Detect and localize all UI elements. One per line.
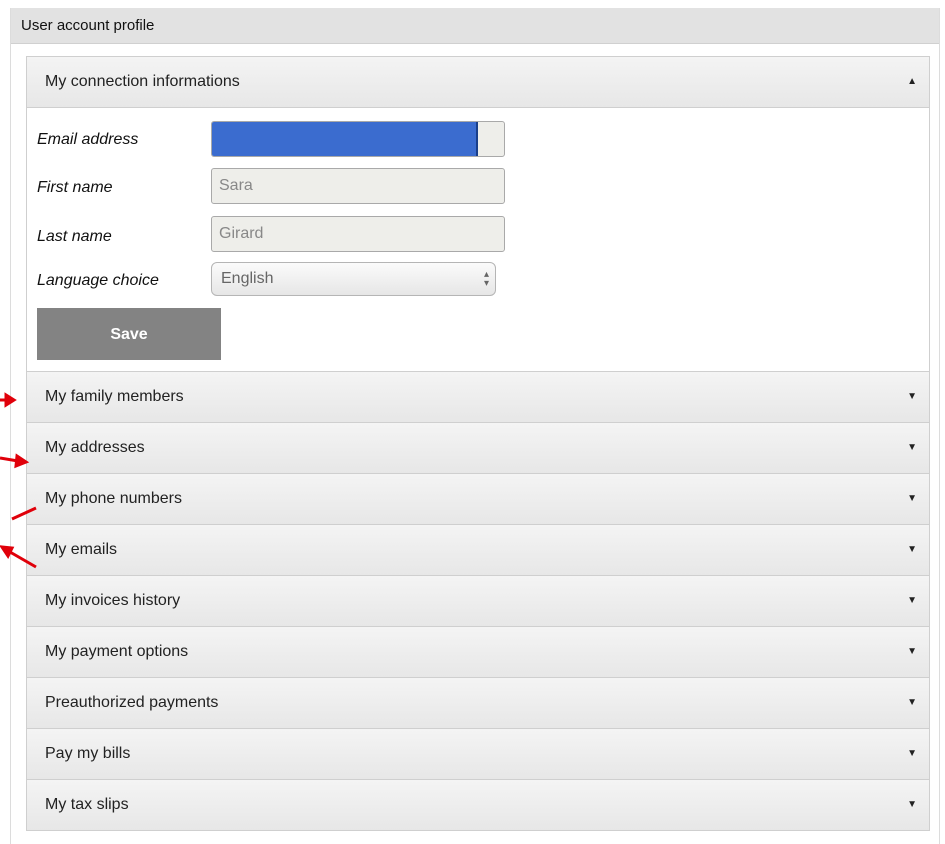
section-label: My phone numbers <box>45 490 182 507</box>
section-header-my-addresses[interactable]: My addresses ▼ <box>27 423 929 474</box>
caret-down-icon: ▼ <box>907 391 917 402</box>
arrowhead-icon <box>0 545 15 559</box>
arrow-line <box>11 506 37 521</box>
select-arrows-icon: ▴ ▾ <box>483 269 489 289</box>
section-label: My connection informations <box>45 73 240 90</box>
last-name-field[interactable]: Girard <box>211 216 505 252</box>
section-label: My tax slips <box>45 796 129 813</box>
section-label: My family members <box>45 388 184 405</box>
section-header-my-emails[interactable]: My emails ▼ <box>27 525 929 576</box>
collapsed-sections: My family members ▼ My addresses ▼ My phone … <box>27 372 929 831</box>
caret-down-icon: ▼ <box>907 799 917 810</box>
caret-down-icon: ▼ <box>907 697 917 708</box>
annotation-arrows <box>0 392 37 569</box>
caret-up-icon: ▲ <box>907 76 917 87</box>
section-header-my-payment-options[interactable]: My payment options ▼ <box>27 627 929 678</box>
save-button[interactable]: Save <box>37 308 221 360</box>
section-header-my-invoices-history[interactable]: My invoices history ▼ <box>27 576 929 627</box>
arrowhead-icon <box>4 392 17 408</box>
section-label: My invoices history <box>45 592 181 609</box>
section-connection-info-header[interactable]: My connection informations ▲ <box>27 57 929 108</box>
profile-accordion: My connection informations ▲ Email addre… <box>26 56 930 831</box>
caret-down-icon: ▼ <box>907 493 917 504</box>
caret-down-icon: ▼ <box>907 646 917 657</box>
first-name-field[interactable]: Sara <box>211 168 505 204</box>
email-field[interactable] <box>211 121 505 157</box>
language-select-value: English <box>221 270 274 287</box>
section-header-preauthorized-payments[interactable]: Preauthorized payments ▼ <box>27 678 929 729</box>
language-select[interactable]: English ▴ ▾ <box>211 262 496 296</box>
section-header-pay-my-bills[interactable]: Pay my bills ▼ <box>27 729 929 780</box>
caret-down-icon: ▼ <box>907 442 917 453</box>
caret-down-icon: ▼ <box>907 748 917 759</box>
section-header-my-phone-numbers[interactable]: My phone numbers ▼ <box>27 474 929 525</box>
user-profile-panel: User account profile My connection infor… <box>10 8 940 844</box>
caret-down-icon: ▼ <box>907 595 917 606</box>
section-label: Preauthorized payments <box>45 694 219 711</box>
section-header-my-tax-slips[interactable]: My tax slips ▼ <box>27 780 929 831</box>
panel-title: User account profile <box>11 8 939 44</box>
arrowhead-icon <box>14 453 30 469</box>
section-label: My payment options <box>45 643 189 660</box>
connection-info-form: Email address First name Sara Last name … <box>27 108 929 372</box>
section-header-my-family-members[interactable]: My family members ▼ <box>27 372 929 423</box>
arrow-line <box>9 550 37 569</box>
email-redaction-highlight <box>212 122 478 156</box>
section-label: Pay my bills <box>45 745 131 762</box>
caret-down-icon: ▼ <box>907 544 917 555</box>
